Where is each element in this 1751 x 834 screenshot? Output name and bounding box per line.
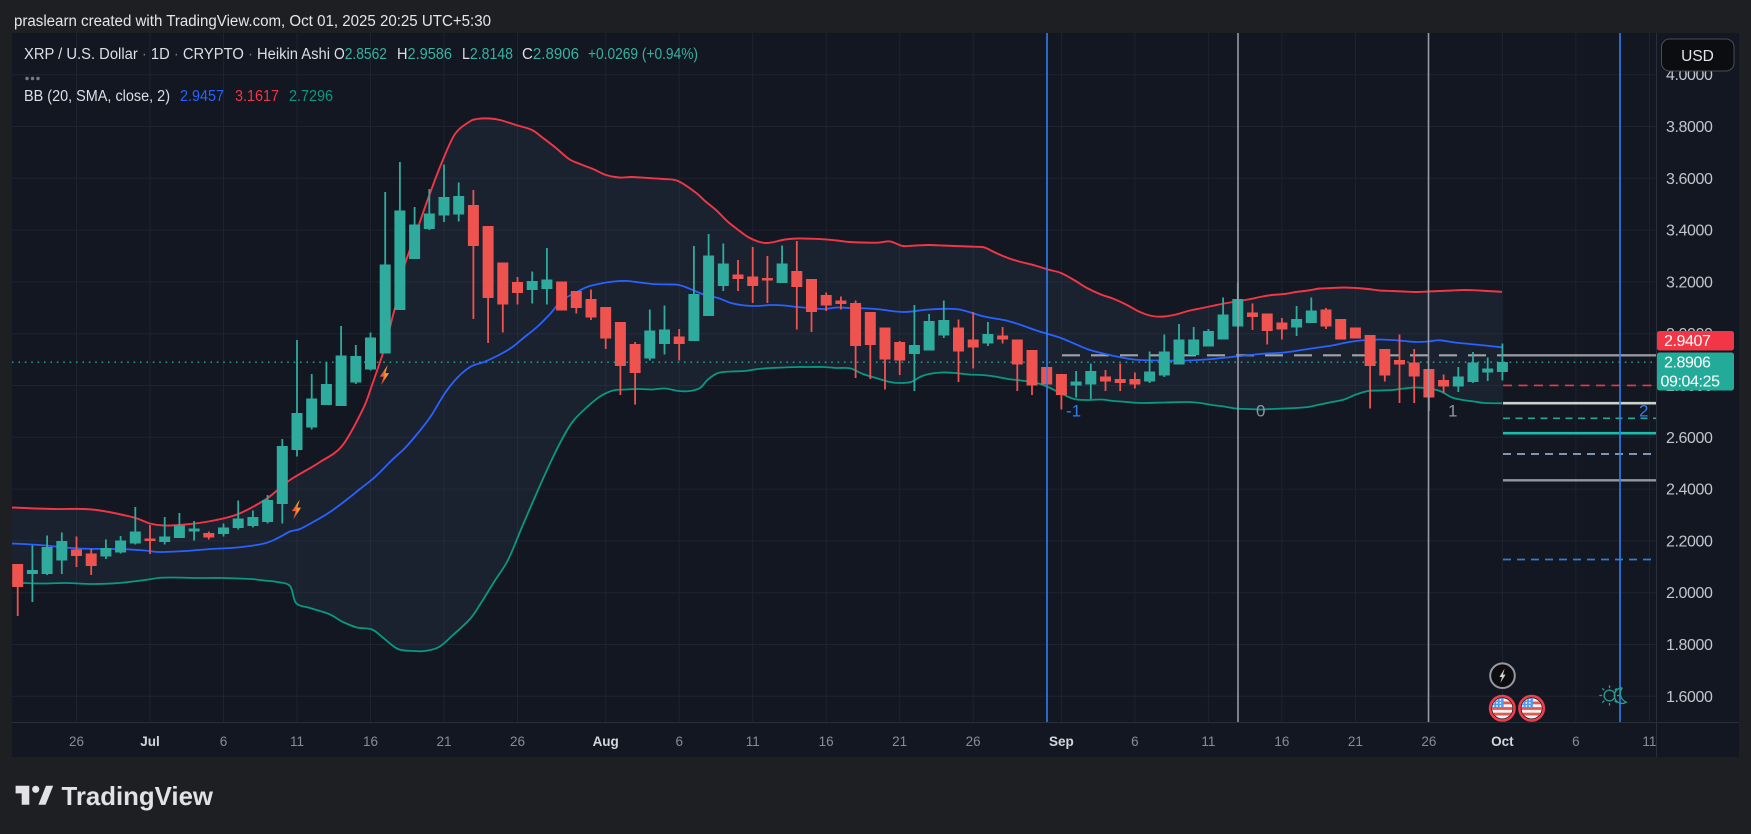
svg-text:0: 0: [1256, 402, 1265, 421]
svg-text:21: 21: [436, 734, 451, 749]
svg-text:16: 16: [819, 734, 834, 749]
svg-text:C2.8906: C2.8906: [522, 46, 579, 63]
svg-text:6: 6: [1572, 734, 1580, 749]
svg-text:Oct: Oct: [1491, 734, 1514, 749]
svg-text:11: 11: [290, 734, 304, 749]
svg-text:3.2000: 3.2000: [1666, 274, 1713, 291]
svg-text:11: 11: [1201, 734, 1215, 749]
svg-text:TradingView: TradingView: [62, 781, 214, 811]
svg-text:2.4000: 2.4000: [1666, 482, 1713, 499]
svg-text:21: 21: [892, 734, 907, 749]
svg-text:2.7296: 2.7296: [289, 88, 333, 105]
svg-text:Sep: Sep: [1049, 734, 1074, 749]
svg-text:Aug: Aug: [593, 734, 619, 749]
svg-text:1.6000: 1.6000: [1666, 689, 1713, 706]
svg-text:2: 2: [1639, 402, 1648, 421]
svg-text:Jul: Jul: [140, 734, 160, 749]
svg-text:O2.8562: O2.8562: [334, 46, 387, 63]
svg-text:1: 1: [1448, 402, 1457, 421]
svg-text:11: 11: [1642, 734, 1656, 749]
svg-text:6: 6: [1131, 734, 1139, 749]
svg-text:L2.8148: L2.8148: [462, 46, 513, 63]
svg-text:2.9407: 2.9407: [1664, 333, 1711, 350]
svg-text:3.8000: 3.8000: [1666, 119, 1713, 136]
svg-text:16: 16: [363, 734, 378, 749]
svg-text:1.8000: 1.8000: [1666, 637, 1713, 654]
svg-text:2.6000: 2.6000: [1666, 430, 1713, 447]
svg-text:USD: USD: [1681, 48, 1714, 65]
svg-text:H2.9586: H2.9586: [397, 46, 452, 63]
svg-text:21: 21: [1348, 734, 1363, 749]
svg-text:XRP / U.S. Dollar · 1D · CRYPT: XRP / U.S. Dollar · 1D · CRYPTO · Heikin…: [24, 46, 330, 63]
svg-text:3.1617: 3.1617: [235, 88, 279, 105]
svg-text:09:04:25: 09:04:25: [1661, 374, 1721, 391]
svg-text:2.2000: 2.2000: [1666, 533, 1713, 550]
svg-text:26: 26: [1421, 734, 1436, 749]
svg-text:2.8906: 2.8906: [1664, 355, 1711, 372]
svg-text:11: 11: [746, 734, 760, 749]
svg-text:3.6000: 3.6000: [1666, 171, 1713, 188]
svg-text:26: 26: [510, 734, 525, 749]
svg-text:26: 26: [69, 734, 84, 749]
svg-text:2.9457: 2.9457: [180, 88, 224, 105]
svg-text:BB (20, SMA, close, 2): BB (20, SMA, close, 2): [24, 88, 170, 105]
svg-text:+0.0269 (+0.94%): +0.0269 (+0.94%): [588, 46, 698, 63]
svg-text:6: 6: [220, 734, 228, 749]
svg-text:6: 6: [675, 734, 683, 749]
svg-text:3.4000: 3.4000: [1666, 223, 1713, 240]
svg-text:praslearn created with Trading: praslearn created with TradingView.com, …: [14, 13, 491, 30]
svg-text:26: 26: [966, 734, 981, 749]
svg-text:16: 16: [1274, 734, 1289, 749]
svg-text:-1: -1: [1066, 402, 1081, 421]
svg-text:2.0000: 2.0000: [1666, 585, 1713, 602]
